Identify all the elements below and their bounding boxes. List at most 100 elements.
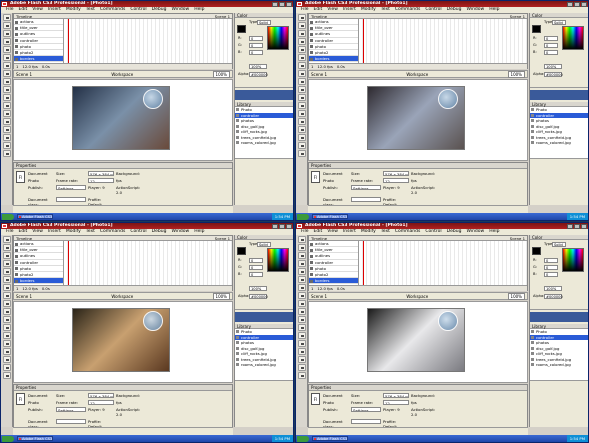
tool-button[interactable] bbox=[3, 244, 11, 251]
type-select[interactable]: Solid bbox=[257, 242, 271, 247]
stage-photo[interactable] bbox=[72, 308, 170, 372]
tool-button[interactable] bbox=[3, 252, 11, 259]
stage-scrollbar[interactable] bbox=[13, 205, 233, 213]
tool-button[interactable] bbox=[298, 356, 306, 363]
controller-disc[interactable] bbox=[438, 89, 458, 109]
alpha-input[interactable]: 100% bbox=[544, 64, 562, 69]
type-select[interactable]: Solid bbox=[552, 242, 566, 247]
tool-button[interactable] bbox=[3, 332, 11, 339]
scene-label[interactable]: Scene 1 bbox=[16, 72, 32, 77]
tool-button[interactable] bbox=[298, 236, 306, 243]
workspace-menu[interactable]: Workspace bbox=[406, 72, 428, 77]
tool-button[interactable] bbox=[298, 118, 306, 125]
doc-class-input[interactable] bbox=[56, 419, 86, 424]
tool-button[interactable] bbox=[3, 260, 11, 267]
color-spectrum[interactable] bbox=[267, 26, 289, 50]
tool-button[interactable] bbox=[3, 118, 11, 125]
tool-button[interactable] bbox=[3, 276, 11, 283]
tool-button[interactable] bbox=[298, 14, 306, 21]
tool-button[interactable] bbox=[3, 308, 11, 315]
size-button[interactable]: 576 x 384 pixels bbox=[88, 393, 114, 398]
zoom-select[interactable]: 100% bbox=[507, 70, 525, 78]
tool-button[interactable] bbox=[298, 38, 306, 45]
stage-photo[interactable] bbox=[367, 308, 465, 372]
tool-button[interactable] bbox=[298, 284, 306, 291]
size-button[interactable]: 576 x 384 pixels bbox=[88, 171, 114, 176]
settings-button[interactable]: Settings... bbox=[351, 407, 381, 412]
fill-color-swatch[interactable] bbox=[237, 25, 246, 33]
g-input[interactable]: 0 bbox=[544, 265, 558, 270]
tool-button[interactable] bbox=[3, 94, 11, 101]
library-item[interactable]: rooms_colored.jpg bbox=[235, 362, 293, 368]
size-button[interactable]: 576 x 384 pixels bbox=[383, 171, 409, 176]
stage-scrollbar[interactable] bbox=[308, 427, 528, 435]
tool-button[interactable] bbox=[3, 78, 11, 85]
tool-button[interactable] bbox=[298, 348, 306, 355]
tool-button[interactable] bbox=[298, 340, 306, 347]
tool-button[interactable] bbox=[298, 244, 306, 251]
controller-disc[interactable] bbox=[438, 311, 458, 331]
library-item[interactable]: rooms_colored.jpg bbox=[235, 140, 293, 146]
frame-grid[interactable] bbox=[359, 241, 527, 285]
tool-button[interactable] bbox=[298, 292, 306, 299]
stage-photo[interactable] bbox=[367, 86, 465, 150]
controller-disc[interactable] bbox=[143, 89, 163, 109]
tool-button[interactable] bbox=[298, 110, 306, 117]
tool-button[interactable] bbox=[3, 316, 11, 323]
hex-input[interactable]: #000000 bbox=[249, 72, 268, 77]
alpha-input[interactable]: 100% bbox=[544, 286, 562, 291]
start-button[interactable] bbox=[2, 213, 14, 220]
tool-button[interactable] bbox=[3, 356, 11, 363]
tool-button[interactable] bbox=[3, 150, 11, 157]
tool-button[interactable] bbox=[298, 332, 306, 339]
swatches-strip[interactable] bbox=[235, 312, 293, 322]
stage-photo[interactable] bbox=[72, 86, 170, 150]
minimize-button[interactable] bbox=[567, 1, 573, 7]
b-input[interactable]: 0 bbox=[249, 272, 263, 277]
taskbar-flash-item[interactable]: Adobe Flash CS3 bbox=[312, 436, 348, 441]
fill-color-swatch[interactable] bbox=[532, 25, 541, 33]
maximize-button[interactable] bbox=[574, 1, 580, 7]
stage[interactable] bbox=[308, 301, 528, 383]
tool-button[interactable] bbox=[3, 348, 11, 355]
workspace-menu[interactable]: Workspace bbox=[111, 72, 133, 77]
fill-color-swatch[interactable] bbox=[532, 247, 541, 255]
playhead[interactable] bbox=[363, 19, 364, 63]
tool-button[interactable] bbox=[298, 86, 306, 93]
b-input[interactable]: 0 bbox=[249, 50, 263, 55]
playhead[interactable] bbox=[363, 241, 364, 285]
stage[interactable] bbox=[308, 79, 528, 161]
framerate-input[interactable]: 12 bbox=[88, 400, 114, 405]
tool-button[interactable] bbox=[298, 300, 306, 307]
b-input[interactable]: 0 bbox=[544, 50, 558, 55]
scene-label[interactable]: Scene 1 bbox=[311, 72, 327, 77]
tool-button[interactable] bbox=[3, 340, 11, 347]
framerate-input[interactable]: 12 bbox=[88, 178, 114, 183]
swatches-strip[interactable] bbox=[530, 90, 588, 100]
close-button[interactable] bbox=[581, 223, 587, 229]
framerate-input[interactable]: 12 bbox=[383, 178, 409, 183]
tool-button[interactable] bbox=[3, 30, 11, 37]
tool-button[interactable] bbox=[298, 94, 306, 101]
scene-label[interactable]: Scene 1 bbox=[16, 294, 32, 299]
tool-button[interactable] bbox=[3, 102, 11, 109]
tool-button[interactable] bbox=[3, 110, 11, 117]
start-button[interactable] bbox=[297, 435, 309, 442]
library-item[interactable]: rooms_colored.jpg bbox=[530, 140, 588, 146]
r-input[interactable]: 0 bbox=[249, 36, 263, 41]
close-button[interactable] bbox=[581, 1, 587, 7]
tool-button[interactable] bbox=[298, 372, 306, 379]
tool-button[interactable] bbox=[298, 126, 306, 133]
tool-button[interactable] bbox=[298, 308, 306, 315]
fill-color-swatch[interactable] bbox=[237, 247, 246, 255]
tool-button[interactable] bbox=[298, 276, 306, 283]
tool-button[interactable] bbox=[3, 142, 11, 149]
library-item[interactable]: rooms_colored.jpg bbox=[530, 362, 588, 368]
settings-button[interactable]: Settings... bbox=[56, 407, 86, 412]
size-button[interactable]: 576 x 384 pixels bbox=[383, 393, 409, 398]
doc-class-input[interactable] bbox=[351, 197, 381, 202]
start-button[interactable] bbox=[2, 435, 14, 442]
tool-button[interactable] bbox=[298, 62, 306, 69]
stage-scrollbar[interactable] bbox=[13, 427, 233, 435]
frame-grid[interactable] bbox=[64, 19, 232, 63]
